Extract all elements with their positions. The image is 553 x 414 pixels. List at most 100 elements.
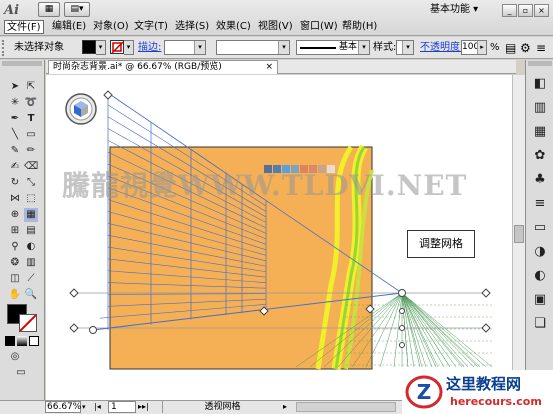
minimize-button[interactable]: _ bbox=[502, 4, 517, 17]
slice-tool-icon[interactable]: ⟋ bbox=[24, 272, 38, 286]
none-mode-icon[interactable] bbox=[29, 336, 39, 346]
close-button[interactable]: × bbox=[534, 4, 549, 17]
status-tool-name[interactable]: 透视网格 bbox=[162, 401, 282, 413]
watermark: 騰龍視覺WWW.TLDVI.NET bbox=[62, 169, 468, 202]
layers-panel-icon[interactable]: ❏ bbox=[530, 314, 550, 334]
gradient-panel-icon[interactable]: ▭ bbox=[530, 218, 550, 238]
column-graph-tool-icon[interactable]: ▥ bbox=[24, 256, 38, 270]
eraser-tool-icon[interactable]: ⌫ bbox=[24, 160, 38, 174]
next-artboard-icon[interactable]: ▸▸| bbox=[138, 401, 158, 413]
opacity-label[interactable]: 不透明度: bbox=[420, 41, 463, 55]
preferences-icon[interactable]: ⚙ bbox=[520, 41, 531, 55]
stroke-color-swatch[interactable] bbox=[110, 40, 124, 54]
appearance-panel-icon[interactable]: ◐ bbox=[530, 266, 550, 286]
status-menu-arrow-icon[interactable]: ▸ bbox=[283, 401, 293, 413]
ground-grid-line bbox=[401, 292, 487, 368]
vertical-scroll-thumb[interactable] bbox=[514, 225, 524, 243]
restore-button[interactable]: ▫ bbox=[518, 4, 533, 17]
tools-panel-header[interactable] bbox=[2, 61, 42, 66]
line-segment-tool-icon[interactable]: ╲ bbox=[8, 128, 22, 142]
shape-builder-tool-icon[interactable]: ⊕ bbox=[8, 208, 22, 222]
stroke-dropdown[interactable]: ▾ bbox=[124, 40, 134, 55]
menu-window[interactable]: 窗口(W) bbox=[298, 20, 340, 34]
panel-menu-icon[interactable]: ≡ bbox=[536, 41, 546, 55]
paintbrush-tool-icon[interactable]: ✎ bbox=[8, 144, 22, 158]
artboard-tool-icon[interactable]: ◫ bbox=[8, 272, 22, 286]
panel-dock-header[interactable] bbox=[528, 61, 552, 66]
pencil-tool-icon[interactable]: ✏ bbox=[24, 144, 38, 158]
color-panel-icon[interactable]: ◧ bbox=[530, 74, 550, 94]
width-tool-icon[interactable]: ⋈ bbox=[8, 192, 22, 206]
variable-width-profile[interactable]: ▾ bbox=[216, 40, 290, 55]
swatches-panel-icon[interactable]: ▦ bbox=[530, 122, 550, 142]
rectangle-tool-icon[interactable]: ▭ bbox=[24, 128, 38, 142]
stroke-label[interactable]: 描边: bbox=[138, 41, 161, 55]
close-tab-icon[interactable]: × bbox=[265, 61, 273, 74]
menu-type[interactable]: 文字(T) bbox=[132, 20, 170, 34]
stroke-panel-icon[interactable]: ≡ bbox=[530, 194, 550, 214]
status-bar-left bbox=[0, 400, 46, 414]
zoom-tool-icon[interactable]: 🔍 bbox=[24, 288, 38, 302]
selection-tool-icon[interactable]: ➤ bbox=[8, 80, 22, 94]
first-artboard-icon[interactable]: |◂ bbox=[94, 401, 108, 413]
mesh-tool-icon[interactable]: ⊞ bbox=[8, 224, 22, 238]
brush-definition[interactable]: 基本 ▾ bbox=[296, 40, 370, 55]
control-bar-grip-icon[interactable] bbox=[2, 40, 6, 56]
gradient-tool-icon[interactable]: ▤ bbox=[24, 224, 38, 238]
draw-mode-icon[interactable]: ◎ bbox=[8, 350, 22, 364]
fill-dropdown[interactable]: ▾ bbox=[96, 40, 106, 55]
menu-effect[interactable]: 效果(C) bbox=[214, 20, 253, 34]
magic-wand-tool-icon[interactable]: ✳ bbox=[8, 96, 22, 110]
menu-object[interactable]: 对象(O) bbox=[91, 20, 131, 34]
fill-color-swatch[interactable] bbox=[82, 40, 96, 54]
menu-edit[interactable]: 编辑(E) bbox=[50, 20, 88, 34]
ground-grid-line bbox=[401, 292, 439, 368]
eyedropper-tool-icon[interactable]: ⚲ bbox=[8, 240, 22, 254]
menu-bar: Ai ▦ ▤▾ 基本功能 ▾ _ ▫ × 文件(F) 编辑(E) 对象(O) 文… bbox=[0, 0, 553, 36]
document-setup-icon[interactable]: ▤ bbox=[505, 41, 516, 55]
color-guide-icon[interactable]: ▥ bbox=[530, 98, 550, 118]
direct-selection-tool-icon[interactable]: ⇱ bbox=[24, 80, 38, 94]
color-mode-icon[interactable] bbox=[5, 336, 15, 346]
graphic-styles-panel-icon[interactable]: ▣ bbox=[530, 290, 550, 310]
menu-file[interactable]: 文件(F) bbox=[4, 20, 44, 34]
menu-select[interactable]: 选择(S) bbox=[173, 20, 211, 34]
stroke-swatch[interactable] bbox=[19, 314, 37, 332]
stroke-weight-field[interactable]: ▾ bbox=[164, 40, 206, 55]
free-transform-tool-icon[interactable]: ⬚ bbox=[24, 192, 38, 206]
rotate-tool-icon[interactable]: ↻ bbox=[8, 176, 22, 190]
gradient-mode-icon[interactable] bbox=[17, 336, 27, 346]
scale-tool-icon[interactable]: ⤡ bbox=[24, 176, 38, 190]
graphic-style-dropdown[interactable]: ▾ bbox=[396, 40, 414, 55]
blob-brush-tool-icon[interactable]: ✍ bbox=[8, 160, 22, 174]
type-tool-icon[interactable]: T bbox=[24, 112, 38, 126]
hand-tool-icon[interactable]: ✋ bbox=[8, 288, 22, 302]
arrange-documents-button[interactable]: ▤▾ bbox=[64, 2, 90, 17]
panel-dock: ◧ ▥ ▦ ✿ ♣ ≡ ▭ ◑ ◐ ▣ ❏ bbox=[525, 60, 553, 400]
bridge-button[interactable]: ▦ bbox=[38, 2, 60, 17]
transparency-panel-icon[interactable]: ◑ bbox=[530, 242, 550, 262]
blend-tool-icon[interactable]: ◐ bbox=[24, 240, 38, 254]
ground-grid-line bbox=[401, 292, 433, 368]
lasso-tool-icon[interactable]: ➰ bbox=[24, 96, 38, 110]
symbol-sprayer-tool-icon[interactable]: ❂ bbox=[8, 256, 22, 270]
app-logo: Ai bbox=[4, 3, 20, 18]
horizontal-scroll-thumb[interactable] bbox=[296, 402, 396, 412]
document-tab[interactable]: 时尚杂志背景.ai* @ 66.67% (RGB/预览) × bbox=[48, 60, 278, 74]
brushes-panel-icon[interactable]: ✿ bbox=[530, 146, 550, 166]
opacity-input[interactable]: 100 ▸ bbox=[461, 40, 487, 55]
pen-tool-icon[interactable]: ✒ bbox=[8, 112, 22, 126]
canvas[interactable]: 騰龍視覺WWW.TLDVI.NET 调整网格 bbox=[46, 75, 512, 400]
ground-grid-line bbox=[401, 292, 493, 368]
menu-help[interactable]: 帮助(H) bbox=[340, 20, 379, 34]
screen-mode-icon[interactable]: ▭ bbox=[14, 366, 28, 380]
symbols-panel-icon[interactable]: ♣ bbox=[530, 170, 550, 190]
menu-view[interactable]: 视图(V) bbox=[256, 20, 295, 34]
perspective-grid-tool-icon[interactable]: ▦ bbox=[24, 208, 38, 222]
zoom-dropdown-arrow-icon[interactable]: ▾ bbox=[82, 401, 92, 413]
workspace-switcher[interactable]: 基本功能 ▾ bbox=[430, 3, 498, 18]
vertical-scrollbar[interactable] bbox=[512, 75, 525, 400]
perspective-widget[interactable] bbox=[65, 93, 97, 125]
zoom-level-field[interactable]: 66.67% bbox=[45, 401, 81, 413]
artboard-number-field[interactable]: 1 bbox=[108, 401, 136, 413]
